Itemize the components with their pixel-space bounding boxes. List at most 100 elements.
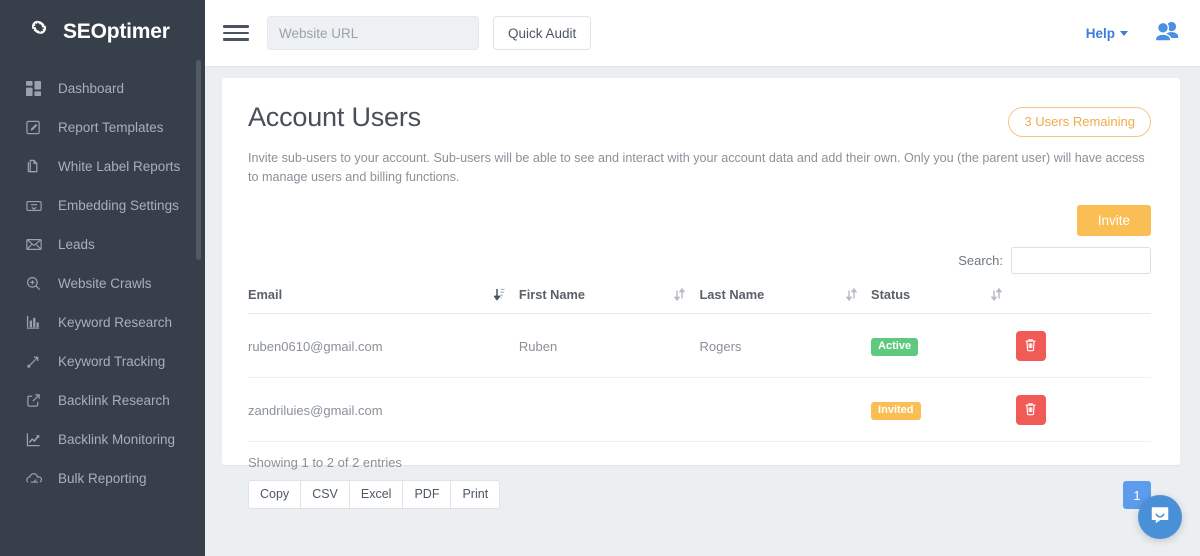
sidebar-item-label: Keyword Research	[58, 315, 172, 330]
users-remaining-badge[interactable]: 3 Users Remaining	[1008, 107, 1151, 137]
column-header-actions	[1016, 287, 1151, 314]
cell-email: zandriluies@gmail.com	[248, 378, 519, 442]
cell-status: Active	[871, 314, 1015, 378]
quick-audit-button[interactable]: Quick Audit	[493, 16, 591, 50]
table-row: ruben0610@gmail.com Ruben Rogers Active	[248, 314, 1151, 378]
column-label: Last Name	[699, 287, 764, 302]
export-copy-button[interactable]: Copy	[248, 480, 300, 509]
showing-entries-text: Showing 1 to 2 of 2 entries	[248, 455, 500, 470]
export-pdf-button[interactable]: PDF	[402, 480, 450, 509]
help-label: Help	[1086, 26, 1115, 41]
sidebar-item-label: Report Templates	[58, 120, 164, 135]
arrow-trend-icon	[26, 353, 48, 371]
search-input[interactable]	[1011, 247, 1151, 274]
column-label: Email	[248, 287, 282, 302]
help-dropdown[interactable]: Help	[1086, 26, 1128, 41]
column-header-status[interactable]: Status	[871, 287, 1015, 314]
sidebar-item-report-templates[interactable]: Report Templates	[0, 108, 205, 147]
brand-logo[interactable]: SEOptimer	[0, 0, 205, 64]
sidebar: SEOptimer Dashboard Report Templates Whi…	[0, 0, 205, 556]
sort-neutral-icon	[674, 288, 685, 301]
website-url-input[interactable]	[267, 16, 479, 50]
sidebar-item-backlink-monitoring[interactable]: Backlink Monitoring	[0, 420, 205, 459]
chevron-down-icon	[1120, 31, 1128, 36]
sidebar-item-label: Embedding Settings	[58, 198, 179, 213]
sidebar-item-label: Backlink Research	[58, 393, 170, 408]
invite-button[interactable]: Invite	[1077, 205, 1151, 236]
sidebar-nav: Dashboard Report Templates White Label R…	[0, 64, 205, 498]
sidebar-scrollbar[interactable]	[196, 60, 201, 260]
column-header-email[interactable]: Email	[248, 287, 519, 314]
invite-action-row: Invite	[248, 205, 1151, 236]
chat-launcher-button[interactable]	[1138, 495, 1182, 539]
search-label: Search:	[958, 253, 1003, 268]
cell-first-name	[519, 378, 700, 442]
trash-icon	[1024, 338, 1037, 355]
main-content: Account Users 3 Users Remaining Invite s…	[205, 67, 1200, 556]
cell-last-name: Rogers	[699, 314, 871, 378]
documents-icon	[26, 158, 48, 176]
top-bar: Quick Audit Help	[205, 0, 1200, 67]
brand-name: SEOptimer	[63, 20, 170, 44]
brand-name-rest: ptimer	[107, 20, 170, 43]
line-chart-icon	[26, 431, 48, 449]
trash-icon	[1024, 402, 1037, 419]
cell-status: Invited	[871, 378, 1015, 442]
sidebar-item-keyword-tracking[interactable]: Keyword Tracking	[0, 342, 205, 381]
status-badge: Invited	[871, 402, 920, 420]
table-footer: Showing 1 to 2 of 2 entries Copy CSV Exc…	[248, 455, 1151, 509]
cell-first-name: Ruben	[519, 314, 700, 378]
edit-square-icon	[26, 119, 48, 137]
users-table-head: Email First Name	[248, 287, 1151, 314]
sidebar-item-label: Backlink Monitoring	[58, 432, 175, 447]
sidebar-item-label: Dashboard	[58, 81, 124, 96]
table-header-row: Email First Name	[248, 287, 1151, 314]
brand-name-bold: SEO	[63, 20, 107, 43]
sort-ascending-icon	[494, 288, 505, 301]
page-description: Invite sub-users to your account. Sub-us…	[248, 149, 1151, 187]
sidebar-item-backlink-research[interactable]: Backlink Research	[0, 381, 205, 420]
footer-left: Showing 1 to 2 of 2 entries Copy CSV Exc…	[248, 455, 500, 509]
column-header-last-name[interactable]: Last Name	[699, 287, 871, 314]
cell-actions	[1016, 314, 1151, 378]
export-print-button[interactable]: Print	[450, 480, 500, 509]
embed-box-icon	[26, 197, 48, 215]
sidebar-item-bulk-reporting[interactable]: Bulk Reporting	[0, 459, 205, 498]
sidebar-item-white-label-reports[interactable]: White Label Reports	[0, 147, 205, 186]
sidebar-item-dashboard[interactable]: Dashboard	[0, 69, 205, 108]
status-badge: Active	[871, 338, 918, 356]
export-csv-button[interactable]: CSV	[300, 480, 349, 509]
app-root: SEOptimer Dashboard Report Templates Whi…	[0, 0, 1200, 556]
grid-icon	[26, 80, 48, 98]
delete-user-button[interactable]	[1016, 395, 1046, 425]
sidebar-item-keyword-research[interactable]: Keyword Research	[0, 303, 205, 342]
sidebar-item-leads[interactable]: Leads	[0, 225, 205, 264]
sidebar-item-label: Keyword Tracking	[58, 354, 165, 369]
intercom-chat-bubble-icon	[1149, 504, 1171, 531]
cloud-gauge-icon	[26, 470, 48, 488]
cell-email: ruben0610@gmail.com	[248, 314, 519, 378]
delete-user-button[interactable]	[1016, 331, 1046, 361]
column-header-first-name[interactable]: First Name	[519, 287, 700, 314]
users-avatar-icon[interactable]	[1154, 20, 1180, 47]
export-buttons: Copy CSV Excel PDF Print	[248, 480, 500, 509]
sidebar-item-website-crawls[interactable]: Website Crawls	[0, 264, 205, 303]
sidebar-item-label: Website Crawls	[58, 276, 152, 291]
sidebar-item-label: Bulk Reporting	[58, 471, 147, 486]
hamburger-icon[interactable]	[223, 22, 249, 44]
gear-cycle-logo-icon	[24, 17, 54, 47]
sort-neutral-icon	[991, 288, 1002, 301]
envelope-icon	[26, 236, 48, 254]
cell-last-name	[699, 378, 871, 442]
card-header: Account Users 3 Users Remaining	[248, 102, 1151, 137]
sidebar-item-embedding-settings[interactable]: Embedding Settings	[0, 186, 205, 225]
account-users-card: Account Users 3 Users Remaining Invite s…	[222, 78, 1180, 465]
table-search-row: Search:	[248, 247, 1151, 274]
sidebar-item-label: Leads	[58, 237, 95, 252]
export-excel-button[interactable]: Excel	[349, 480, 403, 509]
top-bar-right: Help	[1086, 20, 1180, 47]
search-plus-icon	[26, 275, 48, 293]
bar-chart-icon	[26, 314, 48, 332]
page-title: Account Users	[248, 102, 421, 133]
column-label: Status	[871, 287, 910, 302]
